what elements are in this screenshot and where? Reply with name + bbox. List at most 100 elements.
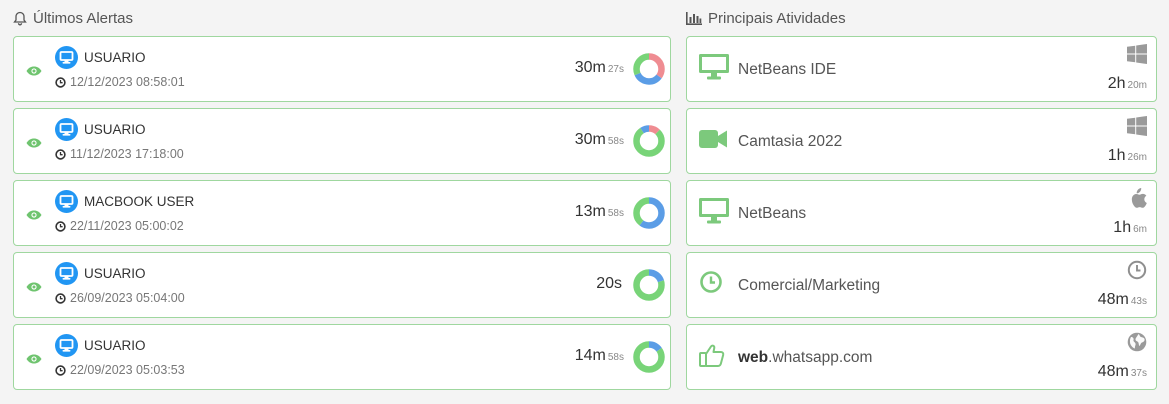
alert-date-line: 26/09/2023 05:04:00	[55, 291, 185, 305]
activity-name-rest: NetBeans IDE	[738, 61, 837, 78]
alert-card[interactable]: USUARIO 22/09/2023 05:03:53 14m 58s	[13, 324, 671, 390]
duration-main: 13m	[574, 203, 606, 220]
thumbs-up-icon	[699, 342, 725, 373]
alert-date-line: 12/12/2023 08:58:01	[55, 75, 185, 89]
activity-card[interactable]: Comercial/Marketing 48m 43s	[686, 252, 1157, 318]
alert-card[interactable]: MACBOOK USER 22/11/2023 05:00:02 13m 58s	[13, 180, 671, 246]
alert-date-line: 22/09/2023 05:03:53	[55, 363, 185, 377]
duration-main: 30m	[574, 131, 606, 148]
monitor-icon	[699, 54, 729, 85]
bar-chart-icon	[686, 11, 702, 25]
usage-donut	[633, 341, 665, 373]
alert-duration: 30m 58s	[575, 131, 624, 149]
duration-main: 48m	[1097, 363, 1129, 380]
duration-main: 20s	[596, 275, 622, 292]
clock-icon	[55, 364, 66, 376]
eye-icon[interactable]	[26, 279, 42, 297]
eye-icon[interactable]	[26, 351, 42, 369]
activity-card[interactable]: Camtasia 2022 1h 26m	[686, 108, 1157, 174]
clock-icon	[1127, 260, 1147, 285]
duration-main: 1h	[1107, 147, 1126, 164]
alert-card[interactable]: USUARIO 26/09/2023 05:04:00 20s	[13, 252, 671, 318]
duration-sub: 27s	[607, 64, 624, 75]
duration-main: 2h	[1107, 75, 1126, 92]
eye-icon[interactable]	[26, 63, 42, 81]
eye-icon[interactable]	[26, 135, 42, 153]
activity-name-rest: Comercial/Marketing	[738, 277, 881, 294]
globe-icon	[1127, 332, 1147, 357]
activities-header: Principais Atividades	[686, 0, 1157, 36]
clock-icon	[55, 148, 66, 160]
alerts-list: USUARIO 12/12/2023 08:58:01 30m 27s USUA…	[13, 36, 671, 390]
apple-icon	[1129, 188, 1147, 214]
activity-card[interactable]: NetBeans IDE 2h 20m	[686, 36, 1157, 102]
alert-date-line: 22/11/2023 05:00:02	[55, 219, 184, 233]
alert-card[interactable]: USUARIO 11/12/2023 17:18:00 30m 58s	[13, 108, 671, 174]
activity-name: Comercial/Marketing	[738, 277, 880, 295]
eye-icon[interactable]	[26, 207, 42, 225]
desktop-icon	[55, 262, 78, 290]
alert-duration: 30m 27s	[575, 59, 624, 77]
bell-icon	[13, 11, 27, 26]
alert-user: USUARIO	[84, 50, 146, 65]
duration-sub: 58s	[607, 136, 624, 147]
alert-date: 22/11/2023 05:00:02	[70, 219, 184, 233]
alert-date: 11/12/2023 17:18:00	[70, 147, 184, 161]
desktop-icon	[55, 334, 78, 362]
alert-date: 12/12/2023 08:58:01	[70, 75, 185, 89]
duration-main: 30m	[574, 59, 606, 76]
activity-name: NetBeans IDE	[738, 61, 836, 79]
alert-user: USUARIO	[84, 266, 146, 281]
desktop-icon	[55, 118, 78, 146]
activities-title: Principais Atividades	[708, 9, 846, 27]
duration-sub: 26m	[1127, 152, 1147, 163]
activities-list: NetBeans IDE 2h 20m Camtasia 2022 1h 26m N…	[686, 36, 1157, 390]
duration-sub: 58s	[607, 208, 624, 219]
alerts-panel: Últimos Alertas USUARIO 12/12/2023 08:58…	[13, 0, 671, 396]
desktop-icon	[55, 190, 78, 218]
duration-main: 14m	[574, 347, 606, 364]
activity-duration: 1h 26m	[1108, 147, 1147, 165]
usage-donut	[633, 269, 665, 301]
clock-icon	[699, 270, 723, 299]
usage-donut	[633, 197, 665, 229]
duration-main: 1h	[1113, 219, 1132, 236]
alert-date: 26/09/2023 05:04:00	[70, 291, 185, 305]
activity-name-rest: .whatsapp.com	[768, 349, 873, 366]
activity-duration: 48m 37s	[1098, 363, 1147, 381]
activity-duration: 1h 6m	[1113, 219, 1147, 237]
alerts-header: Últimos Alertas	[13, 0, 671, 36]
alerts-title: Últimos Alertas	[33, 9, 134, 27]
activity-card[interactable]: NetBeans 1h 6m	[686, 180, 1157, 246]
activity-name-rest: NetBeans	[738, 205, 807, 222]
activity-card[interactable]: web.whatsapp.com 48m 37s	[686, 324, 1157, 390]
monitor-icon	[699, 198, 729, 229]
alert-duration: 20s	[596, 275, 624, 293]
alert-date-line: 11/12/2023 17:18:00	[55, 147, 184, 161]
duration-sub: 58s	[607, 352, 624, 363]
duration-sub: 43s	[1130, 296, 1147, 307]
alert-duration: 13m 58s	[575, 203, 624, 221]
alert-date: 22/09/2023 05:03:53	[70, 363, 185, 377]
activity-duration: 48m 43s	[1098, 291, 1147, 309]
alert-user: MACBOOK USER	[84, 194, 195, 209]
duration-sub: 37s	[1130, 368, 1147, 379]
clock-icon	[55, 292, 66, 304]
usage-donut	[633, 53, 665, 85]
donut-segment	[633, 125, 665, 157]
windows-icon	[1127, 116, 1147, 141]
activity-name-rest: Camtasia 2022	[738, 133, 843, 150]
desktop-icon	[55, 46, 78, 74]
alert-duration: 14m 58s	[575, 347, 624, 365]
windows-icon	[1127, 44, 1147, 69]
clock-icon	[55, 76, 66, 88]
alert-user: USUARIO	[84, 122, 146, 137]
alert-card[interactable]: USUARIO 12/12/2023 08:58:01 30m 27s	[13, 36, 671, 102]
duration-sub: 20m	[1127, 80, 1147, 91]
activity-name: web.whatsapp.com	[738, 349, 872, 367]
usage-donut	[633, 125, 665, 157]
duration-main: 48m	[1097, 291, 1129, 308]
activity-name: NetBeans	[738, 205, 806, 223]
activities-panel: Principais Atividades NetBeans IDE 2h 20m…	[686, 0, 1157, 396]
duration-sub: 6m	[1133, 224, 1147, 235]
